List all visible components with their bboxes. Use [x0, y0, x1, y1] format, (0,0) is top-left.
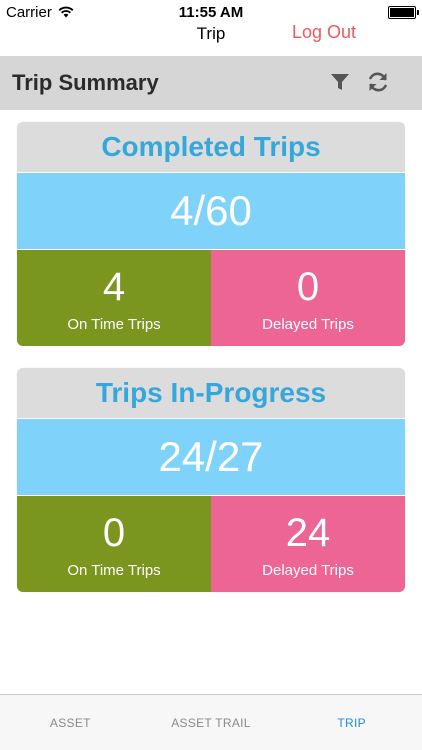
in-progress-delayed-value: 24: [285, 510, 331, 555]
in-progress-trips-total: 24/27: [17, 418, 405, 495]
in-progress-on-time-label: On Time Trips: [67, 561, 161, 579]
completed-trips-title: Completed Trips: [17, 122, 405, 172]
completed-delayed-cell[interactable]: 0 Delayed Trips: [211, 250, 405, 346]
filter-icon[interactable]: [327, 69, 353, 95]
completed-trips-breakdown: 4 On Time Trips 0 Delayed Trips: [17, 249, 405, 346]
in-progress-on-time-cell[interactable]: 0 On Time Trips: [17, 496, 211, 592]
carrier-label: Carrier: [6, 3, 52, 21]
section-header: Trip Summary: [0, 56, 422, 110]
section-title: Trip Summary: [12, 70, 159, 95]
status-left: Carrier: [6, 4, 74, 21]
completed-trips-card: Completed Trips 4/60 4 On Time Trips 0 D…: [17, 122, 405, 346]
in-progress-delayed-cell[interactable]: 24 Delayed Trips: [211, 496, 405, 592]
tab-trip[interactable]: TRIP: [281, 695, 422, 750]
logout-button[interactable]: Log Out: [292, 22, 356, 43]
completed-on-time-label: On Time Trips: [67, 315, 161, 333]
in-progress-trips-title: Trips In-Progress: [17, 368, 405, 418]
nav-bar: Trip Log Out: [0, 20, 422, 56]
in-progress-trips-card: Trips In-Progress 24/27 0 On Time Trips …: [17, 368, 405, 592]
in-progress-on-time-value: 0: [102, 510, 126, 555]
completed-on-time-value: 4: [102, 264, 126, 309]
tab-asset-trail[interactable]: ASSET TRAIL: [141, 695, 282, 750]
wifi-icon: [58, 6, 74, 18]
refresh-icon[interactable]: [365, 69, 391, 95]
completed-delayed-label: Delayed Trips: [262, 315, 354, 333]
in-progress-trips-breakdown: 0 On Time Trips 24 Delayed Trips: [17, 495, 405, 592]
nav-title: Trip: [196, 24, 226, 43]
completed-delayed-value: 0: [296, 264, 320, 309]
tab-bar: ASSET ASSET TRAIL TRIP: [0, 694, 422, 750]
in-progress-delayed-label: Delayed Trips: [262, 561, 354, 579]
completed-trips-total: 4/60: [17, 172, 405, 249]
completed-on-time-cell[interactable]: 4 On Time Trips: [17, 250, 211, 346]
battery-icon: [388, 5, 419, 19]
tab-asset[interactable]: ASSET: [0, 695, 141, 750]
